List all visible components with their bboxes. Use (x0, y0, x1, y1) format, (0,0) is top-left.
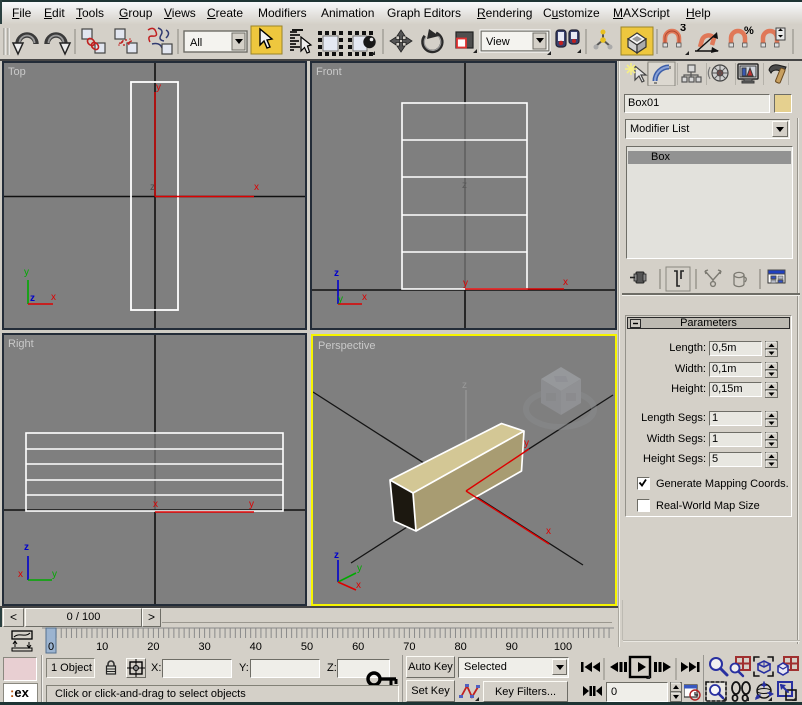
svg-text:All: All (190, 37, 202, 49)
svg-text:%: % (744, 25, 754, 37)
svg-text:y: y (524, 438, 529, 449)
svg-text:90: 90 (506, 641, 518, 653)
svg-text:80: 80 (454, 641, 466, 653)
svg-text:10: 10 (96, 641, 108, 653)
svg-text:x: x (563, 277, 568, 288)
svg-text:z: z (150, 182, 155, 193)
svg-text:x: x (51, 292, 56, 303)
svg-text:x: x (362, 292, 367, 303)
svg-text:z: z (30, 293, 35, 304)
svg-text:z: z (24, 542, 29, 553)
svg-text:3: 3 (680, 24, 686, 34)
svg-text:x: x (356, 580, 361, 591)
svg-text:x: x (254, 182, 259, 193)
svg-text:y: y (156, 82, 161, 93)
svg-text:y: y (338, 294, 343, 305)
svg-text:Perspective: Perspective (318, 340, 375, 352)
svg-text:50: 50 (301, 641, 313, 653)
svg-text:0: 0 (48, 641, 54, 653)
svg-text:y: y (249, 499, 254, 510)
svg-text:x: x (18, 569, 23, 580)
svg-text:100: 100 (554, 641, 572, 653)
svg-text:z: z (334, 268, 339, 279)
svg-text:y: y (357, 563, 362, 574)
svg-text:20: 20 (147, 641, 159, 653)
svg-text:40: 40 (250, 641, 262, 653)
svg-text:x: x (153, 499, 158, 510)
svg-text:60: 60 (352, 641, 364, 653)
svg-text:z: z (462, 180, 467, 191)
svg-text:30: 30 (198, 641, 210, 653)
svg-text:z: z (462, 380, 467, 391)
svg-text:z: z (334, 550, 339, 561)
svg-text:View: View (486, 36, 510, 48)
svg-text:70: 70 (403, 641, 415, 653)
svg-text:Front: Front (316, 66, 342, 78)
svg-text:y: y (52, 569, 57, 580)
svg-text:Right: Right (8, 338, 34, 350)
svg-text:y: y (24, 267, 29, 278)
svg-text:y: y (463, 278, 468, 289)
svg-text:Top: Top (8, 66, 26, 78)
svg-text:x: x (546, 526, 551, 537)
